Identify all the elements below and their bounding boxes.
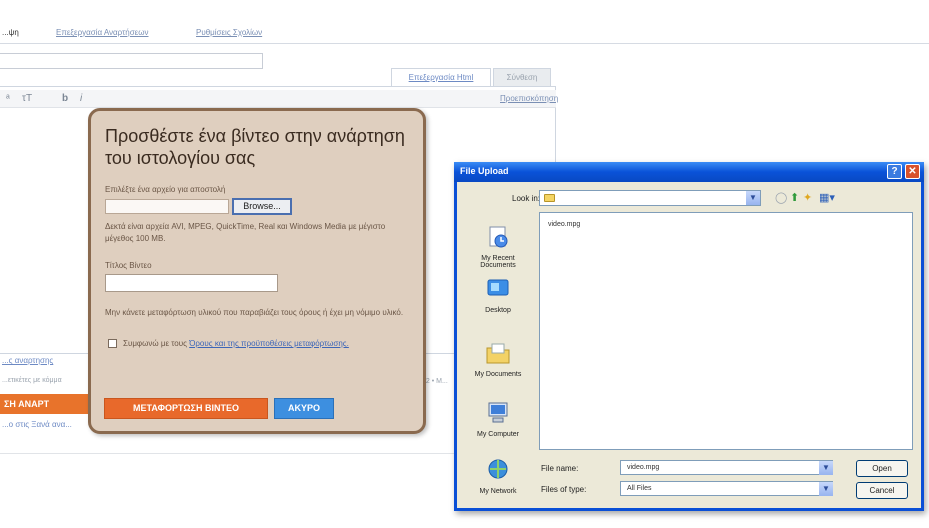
look-in-select[interactable]: ▼: [539, 190, 761, 206]
file-name-dropdown-icon[interactable]: ▼: [819, 461, 833, 475]
tab-compose[interactable]: Σύνθεση: [493, 68, 551, 86]
window-title: File Upload: [460, 166, 509, 176]
formats-note: Δεκτά είναι αρχεία AVI, MPEG, QuickTime,…: [105, 222, 386, 243]
file-list[interactable]: video.mpg: [539, 212, 913, 450]
places-bar: My Recent Documents Desktop My Documents…: [464, 212, 532, 504]
italic-icon[interactable]: i: [80, 93, 82, 104]
file-type-dropdown-icon[interactable]: ▼: [819, 482, 833, 496]
post-tabs: ...ψη Επεξεργασία Αναρτήσεων Ρυθμίσεις Σ…: [0, 12, 929, 44]
new-folder-icon[interactable]: ✦: [803, 191, 812, 204]
return-link[interactable]: ...ο στις Ξανά ανα...: [2, 420, 72, 429]
place-desktop[interactable]: Desktop: [464, 276, 532, 314]
agree-checkbox[interactable]: [108, 339, 117, 348]
place-my-documents[interactable]: My Documents: [464, 340, 532, 378]
views-menu-icon[interactable]: ▦▾: [819, 191, 835, 204]
desktop-icon: [487, 279, 509, 296]
rights-note: Μην κάνετε μεταφόρτωση υλικού που παραβι…: [105, 308, 404, 317]
editor-toolbar: ᵃ τT b i: [0, 90, 556, 108]
divider: [0, 453, 460, 454]
publish-button[interactable]: ΣΗ ΑΝΑΡΤ: [0, 394, 92, 414]
video-title-input[interactable]: [105, 274, 278, 292]
browse-button[interactable]: Browse...: [232, 198, 292, 215]
dialog-title: Προσθέστε ένα βίντεο στην ανάρτηση του ι…: [105, 126, 405, 168]
my-computer-icon: [488, 402, 508, 423]
open-button[interactable]: Open: [856, 460, 908, 477]
agree-prefix: Συμφωνώ με τους: [123, 339, 190, 348]
video-title-label: Τίτλος Βίντεο: [105, 261, 152, 270]
agree-text: Συμφωνώ με τους Όρους και της προϋποθέσε…: [123, 338, 403, 350]
help-icon[interactable]: ?: [887, 164, 902, 179]
close-icon[interactable]: ✕: [905, 164, 920, 179]
file-path-input[interactable]: [105, 199, 229, 214]
my-network-icon: [488, 459, 508, 479]
terms-link[interactable]: Όρους και της προϋποθέσεις μεταφόρτωσης.: [189, 339, 349, 348]
chevron-down-icon[interactable]: ▼: [746, 191, 760, 205]
tab-create[interactable]: ...ψη: [2, 28, 19, 37]
tab-edit-posts[interactable]: Επεξεργασία Αναρτήσεων: [56, 28, 148, 37]
my-documents-icon: [486, 343, 510, 364]
labels-hint: ...ετικέτες με κόμμα: [2, 377, 62, 384]
place-my-network[interactable]: My Network: [464, 457, 532, 495]
back-icon[interactable]: ◯: [775, 191, 787, 204]
file-item[interactable]: video.mpg: [548, 221, 580, 228]
place-recent[interactable]: My Recent Documents: [464, 224, 532, 269]
file-upload-dialog: File Upload ? ✕ Look in: ▼ ◯ ⬆ ✦ ▦▾ My R…: [454, 162, 924, 511]
tab-edit-html[interactable]: Επεξεργασία Html: [391, 68, 491, 86]
recent-documents-icon: [489, 226, 508, 248]
up-folder-icon[interactable]: ⬆: [790, 191, 799, 204]
upload-video-button[interactable]: ΜΕΤΑΦΟΡΤΩΣΗ ΒΙΝΤΕΟ: [104, 398, 268, 419]
file-type-select[interactable]: All Files: [620, 481, 833, 496]
cancel-button[interactable]: ΑΚΥΡΟ: [274, 398, 334, 419]
place-my-computer[interactable]: My Computer: [464, 400, 532, 438]
title-bar[interactable]: File Upload ? ✕: [454, 162, 924, 182]
tab-comment-settings[interactable]: Ρυθμίσεις Σχολίων: [196, 28, 262, 37]
file-name-input[interactable]: video.mpg: [620, 460, 833, 475]
choose-file-label: Επιλέξτε ένα αρχείο για αποστολή: [105, 185, 226, 194]
font-size-icon[interactable]: τT: [22, 93, 32, 104]
bold-icon[interactable]: b: [62, 93, 68, 104]
file-name-label: File name:: [541, 464, 579, 473]
file-type-label: Files of type:: [541, 485, 587, 494]
look-in-label: Look in:: [512, 194, 541, 203]
preview-link[interactable]: Προεπισκόπηση: [500, 94, 558, 103]
post-options-link[interactable]: ...ς αναρτησης: [2, 356, 53, 365]
cancel-file-button[interactable]: Cancel: [856, 482, 908, 499]
add-video-dialog: Προσθέστε ένα βίντεο στην ανάρτηση του ι…: [88, 108, 426, 434]
font-icon[interactable]: ᵃ: [6, 93, 10, 104]
post-title-input[interactable]: [0, 53, 263, 69]
folder-icon: [544, 194, 555, 202]
